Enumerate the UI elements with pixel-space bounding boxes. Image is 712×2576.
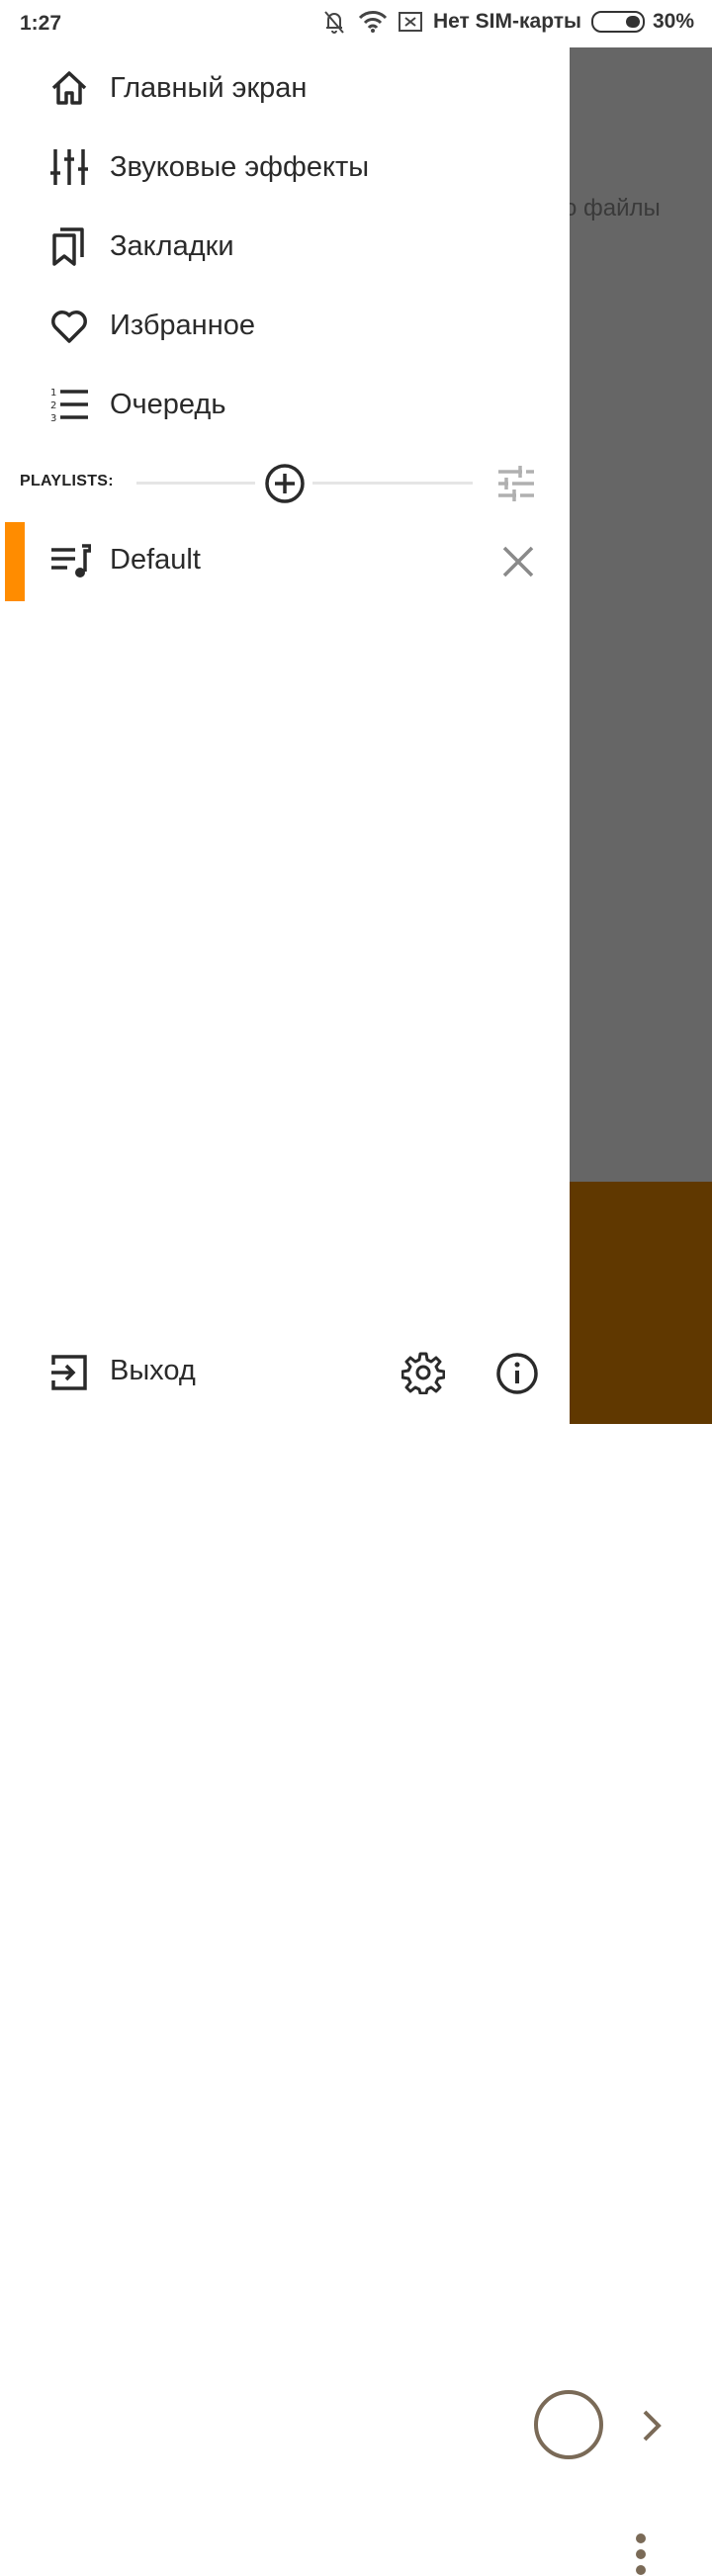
navigation-drawer: Главный экран Звуковые эффекты Закладки …	[0, 47, 570, 1424]
bookmarks-icon	[52, 227, 84, 266]
playlist-label: Default	[110, 544, 201, 576]
tune-icon[interactable]	[494, 462, 538, 505]
nav-item-home[interactable]: Главный экран	[0, 48, 570, 128]
equalizer-icon	[50, 149, 88, 185]
battery-icon	[590, 11, 645, 33]
add-playlist-icon[interactable]	[263, 462, 307, 505]
nav-item-sound-effects[interactable]: Звуковые эффекты	[0, 128, 570, 207]
svg-text:1: 1	[50, 388, 56, 399]
more-vert-icon[interactable]	[633, 2532, 649, 2576]
playlists-header: PLAYLISTS:	[0, 460, 570, 507]
playlists-label: PLAYLISTS:	[20, 473, 114, 489]
drawer-footer: Выход	[0, 1333, 570, 1412]
active-indicator	[5, 522, 25, 601]
numbered-list-icon: 1 2 3	[50, 388, 88, 424]
nav-item-queue[interactable]: 1 2 3 Очередь	[0, 365, 570, 444]
close-icon[interactable]	[498, 542, 538, 581]
sim-status-text: Нет SIM-карты	[432, 10, 581, 33]
exit-label: Выход	[110, 1355, 196, 1386]
background-partial-text: о файлы	[564, 195, 661, 222]
wifi-icon	[358, 11, 388, 33]
status-bar: 1:27 Нет SIM-карты 30%	[0, 0, 712, 47]
svg-text:2: 2	[50, 400, 56, 411]
home-icon	[51, 71, 87, 105]
battery-indicator: 30%	[590, 10, 694, 34]
play-button[interactable]	[534, 2390, 603, 2459]
svg-text:3: 3	[50, 413, 56, 424]
nav-item-label: Очередь	[110, 388, 226, 420]
battery-percent: 30%	[652, 10, 694, 33]
nav-item-favorites[interactable]: Избранное	[0, 286, 570, 365]
exit-icon	[51, 1355, 87, 1390]
bell-off-icon	[324, 11, 344, 34]
no-sim-icon	[398, 12, 422, 32]
heart-icon	[51, 311, 87, 343]
nav-item-label: Главный экран	[110, 71, 308, 104]
info-icon[interactable]	[494, 1351, 540, 1396]
next-icon[interactable]	[633, 2404, 672, 2447]
nav-item-label: Закладки	[110, 229, 234, 262]
nav-item-label: Звуковые эффекты	[110, 150, 370, 183]
nav-item-label: Избранное	[110, 309, 255, 341]
status-indicators: Нет SIM-карты 30%	[320, 8, 694, 36]
divider	[136, 482, 255, 485]
nav-item-bookmarks[interactable]: Закладки	[0, 207, 570, 286]
playlist-music-icon	[51, 544, 91, 577]
status-time: 1:27	[20, 12, 62, 35]
playlist-item-default[interactable]: Default	[0, 522, 570, 601]
divider	[312, 482, 473, 485]
gear-icon[interactable]	[401, 1351, 445, 1394]
